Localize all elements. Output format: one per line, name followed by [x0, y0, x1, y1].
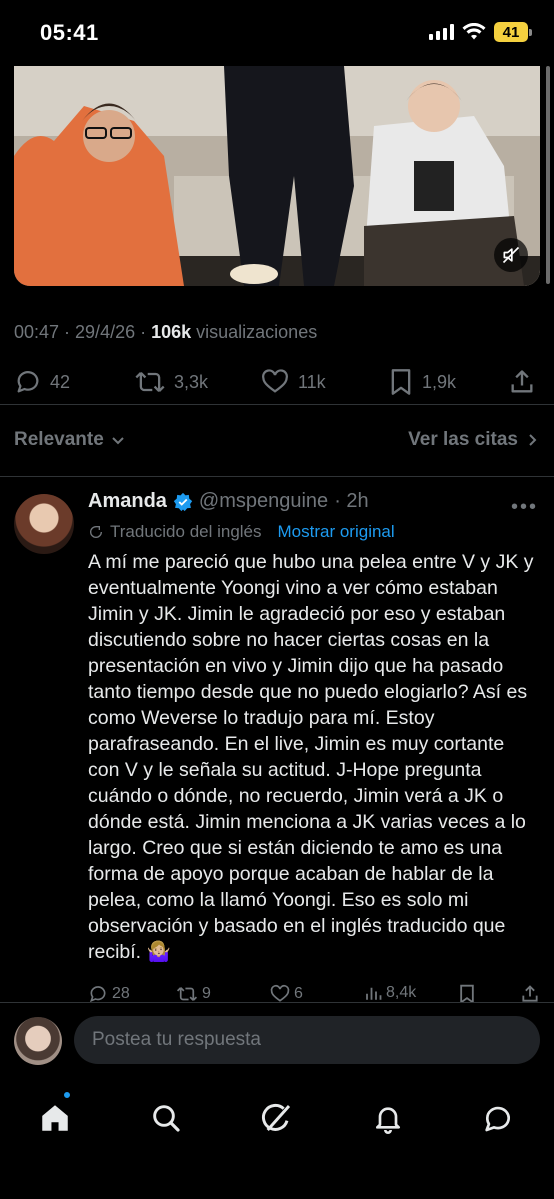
more-options-button[interactable]: •••	[511, 496, 538, 519]
view-quotes-label: Ver las citas	[408, 429, 518, 450]
notifications-icon	[376, 1107, 400, 1134]
reply-button[interactable]: 42	[14, 362, 70, 402]
share-icon	[522, 985, 538, 1002]
view-quotes-link[interactable]: Ver las citas	[408, 429, 540, 451]
tab-search[interactable]	[144, 1096, 188, 1140]
tweet-actions: 42 3,3k 11k 1,9k	[14, 362, 540, 402]
cellular-signal-icon	[429, 24, 454, 40]
reply-icon	[17, 371, 39, 393]
verified-icon	[173, 492, 193, 511]
bookmark-icon	[391, 369, 411, 395]
avatar[interactable]	[14, 494, 74, 554]
scrollbar[interactable]	[546, 66, 550, 284]
status-bar: 05:41 41	[0, 0, 554, 66]
reply-bookmark-button[interactable]	[458, 984, 476, 1004]
translated-label: Traducido del inglés	[110, 522, 262, 541]
views-label: visualizaciones	[191, 322, 318, 342]
tab-bar	[0, 1082, 554, 1199]
replies-sort-row: Relevante Ver las citas	[14, 420, 540, 460]
repost-count: 3,3k	[174, 371, 209, 392]
show-original-link[interactable]: Mostrar original	[278, 522, 395, 542]
reply-repost-count: 9	[202, 985, 211, 1002]
repost-icon	[176, 987, 198, 1001]
bookmark-button[interactable]: 1,9k	[388, 362, 456, 402]
messages-icon	[485, 1106, 510, 1132]
home-icon	[42, 1105, 68, 1131]
reply-share-button[interactable]	[520, 984, 540, 1004]
divider	[0, 404, 554, 405]
views-count: 106k	[151, 322, 192, 342]
tab-notifications[interactable]	[366, 1096, 410, 1140]
chevron-down-icon	[112, 437, 124, 445]
status-right: 41	[429, 22, 532, 42]
reply-count: 42	[50, 371, 71, 392]
search-icon	[153, 1105, 180, 1132]
status-time: 05:41	[40, 20, 99, 45]
like-icon	[262, 369, 288, 393]
views-icon	[366, 987, 382, 1000]
divider	[0, 476, 554, 477]
home-notification-dot	[62, 1090, 72, 1100]
video-frame	[14, 66, 540, 286]
tweet-meta: 00:47 · 29/4/26 · 106k visualizaciones	[14, 322, 317, 343]
reply-like-button[interactable]: 6	[270, 984, 303, 1004]
sort-relevance-dropdown[interactable]: Relevante	[14, 429, 126, 451]
tweet-timestamp: 00:47 · 29/4/26 ·	[14, 322, 152, 342]
battery-icon: 41	[494, 22, 532, 42]
mute-button[interactable]	[494, 238, 528, 272]
reply-header: Amanda @mspenguine · 2h	[88, 490, 369, 513]
reply-views-count: 8,4k	[386, 984, 417, 1001]
reply-input-placeholder: Postea tu respuesta	[92, 1029, 261, 1050]
repost-icon	[135, 372, 165, 392]
grok-icon	[261, 1103, 291, 1131]
tab-messages[interactable]	[476, 1096, 520, 1140]
chevron-right-icon	[529, 434, 537, 446]
tab-home[interactable]	[33, 1096, 77, 1140]
battery-level: 41	[494, 22, 528, 42]
repost-button[interactable]: 3,3k	[134, 362, 208, 402]
share-button[interactable]	[508, 362, 536, 402]
reply-like-count: 6	[294, 985, 303, 1002]
mute-icon	[502, 246, 520, 264]
reply-time: · 2h	[334, 490, 369, 512]
like-count: 11k	[298, 371, 326, 392]
reply-icon	[89, 986, 106, 1003]
reply-reply-count: 28	[112, 985, 130, 1002]
reply-repost-button[interactable]: 9	[176, 984, 211, 1004]
translate-icon	[90, 526, 102, 538]
like-button[interactable]: 11k	[260, 362, 326, 402]
reply-author-handle[interactable]: @mspenguine	[199, 490, 328, 513]
like-icon	[270, 984, 290, 1002]
video-player[interactable]	[14, 66, 540, 286]
reply-views-button[interactable]: 8,4k	[364, 984, 416, 1002]
reply-author-name[interactable]: Amanda	[88, 490, 167, 513]
wifi-icon	[462, 23, 486, 40]
tab-grok[interactable]	[255, 1096, 299, 1140]
reply-text: A mí me pareció que hubo una pelea entre…	[88, 551, 534, 963]
translation-row: Traducido del inglés Mostrar original	[88, 522, 395, 542]
reply-reply-button[interactable]: 28	[88, 984, 130, 1004]
reply-input[interactable]: Postea tu respuesta	[74, 1016, 540, 1064]
share-icon	[511, 370, 533, 393]
sort-label: Relevante	[14, 429, 104, 450]
bookmark-icon	[460, 984, 474, 1004]
bookmark-count: 1,9k	[422, 371, 457, 392]
avatar[interactable]	[14, 1017, 62, 1065]
